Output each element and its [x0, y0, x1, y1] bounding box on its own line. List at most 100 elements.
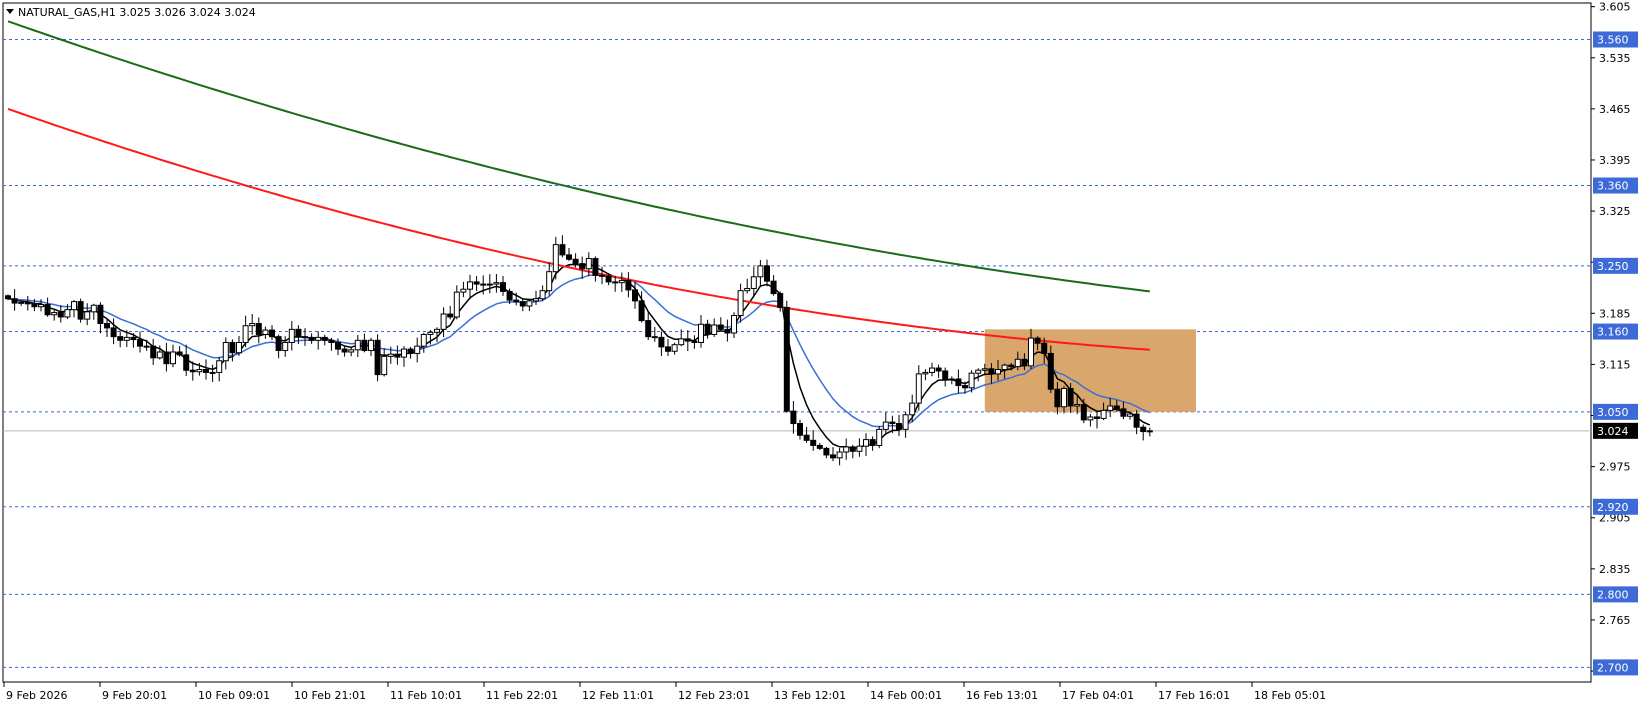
candle-body[interactable] — [1107, 405, 1114, 411]
candle-body[interactable] — [361, 339, 368, 352]
candle-body[interactable] — [882, 421, 889, 430]
candle-body[interactable] — [546, 271, 553, 292]
candle-body[interactable] — [255, 323, 262, 335]
candle-body[interactable] — [183, 354, 190, 371]
candle-body[interactable] — [123, 336, 130, 341]
candle-body[interactable] — [513, 299, 520, 303]
candle-body[interactable] — [401, 348, 407, 358]
candle-body[interactable] — [632, 289, 638, 302]
candle-body[interactable] — [539, 290, 546, 300]
level-badge[interactable]: 3.050 — [1593, 403, 1638, 420]
candle-body[interactable] — [117, 336, 124, 341]
candle-body[interactable] — [612, 281, 619, 284]
candle-body[interactable] — [104, 323, 110, 329]
level-badge[interactable]: 3.160 — [1593, 323, 1638, 340]
candle-body[interactable] — [638, 300, 645, 322]
candle-body[interactable] — [968, 372, 975, 389]
candle-body[interactable] — [1041, 342, 1048, 354]
candle-body[interactable] — [1054, 388, 1061, 408]
candle-body[interactable] — [440, 313, 447, 330]
candle-body[interactable] — [71, 301, 77, 311]
candle-body[interactable] — [1080, 404, 1087, 421]
candle-body[interactable] — [453, 291, 460, 318]
candle-body[interactable] — [975, 369, 982, 374]
candle-body[interactable] — [24, 301, 31, 305]
candle-body[interactable] — [282, 342, 289, 352]
candle-body[interactable] — [480, 283, 487, 286]
candle-body[interactable] — [31, 303, 38, 308]
candle-body[interactable] — [315, 336, 322, 341]
candle-body[interactable] — [170, 351, 176, 365]
candle-body[interactable] — [909, 402, 916, 416]
candle-body[interactable] — [731, 314, 737, 334]
candle-body[interactable] — [447, 313, 454, 318]
candle-body[interactable] — [44, 304, 51, 316]
candle-body[interactable] — [5, 295, 11, 300]
candle-body[interactable] — [486, 283, 493, 286]
candle-body[interactable] — [1074, 404, 1081, 407]
current-price-badge[interactable]: 3.024 — [1593, 422, 1638, 439]
candle-body[interactable] — [922, 371, 929, 375]
candle-body[interactable] — [269, 329, 275, 338]
candle-body[interactable] — [836, 451, 843, 459]
candle-body[interactable] — [698, 323, 704, 344]
candle-body[interactable] — [671, 344, 678, 352]
candle-body[interactable] — [163, 351, 170, 365]
candle-body[interactable] — [704, 323, 711, 335]
candle-body[interactable] — [724, 328, 731, 334]
candle-body[interactable] — [559, 244, 566, 256]
candle-body[interactable] — [849, 446, 856, 452]
candle-body[interactable] — [750, 276, 757, 289]
candle-body[interactable] — [1120, 408, 1127, 417]
candle-body[interactable] — [592, 258, 599, 276]
candle-body[interactable] — [863, 439, 869, 447]
candle-body[interactable] — [229, 342, 236, 354]
candle-body[interactable] — [579, 263, 586, 270]
candle-body[interactable] — [711, 324, 718, 335]
candle-body[interactable] — [189, 369, 196, 373]
candle-body[interactable] — [618, 279, 625, 284]
candle-body[interactable] — [896, 423, 902, 430]
candle-body[interactable] — [816, 444, 823, 449]
candle-body[interactable] — [354, 339, 361, 351]
candle-body[interactable] — [810, 439, 817, 446]
candle-body[interactable] — [500, 282, 506, 292]
candle-body[interactable] — [77, 301, 84, 320]
candle-body[interactable] — [552, 244, 559, 273]
candle-body[interactable] — [651, 336, 658, 339]
candle-body[interactable] — [777, 293, 784, 308]
candle-body[interactable] — [130, 336, 137, 341]
supply-zone[interactable] — [984, 329, 1196, 412]
candle-body[interactable] — [783, 306, 790, 412]
level-badge[interactable]: 3.560 — [1593, 31, 1638, 48]
candle-body[interactable] — [988, 368, 995, 375]
candle-body[interactable] — [321, 336, 328, 341]
candle-body[interactable] — [242, 325, 249, 343]
chart-canvas[interactable]: 3.6053.5353.4653.3953.3253.2553.1853.115… — [0, 0, 1641, 706]
candle-body[interactable] — [585, 258, 592, 270]
candle-body[interactable] — [295, 328, 302, 338]
candle-body[interactable] — [665, 346, 671, 352]
candle-body[interactable] — [770, 280, 777, 295]
candle-body[interactable] — [605, 275, 612, 283]
candle-body[interactable] — [1094, 416, 1100, 419]
candle-body[interactable] — [1061, 387, 1067, 408]
candle-body[interactable] — [1047, 352, 1054, 390]
candle-body[interactable] — [915, 373, 922, 404]
candle-body[interactable] — [995, 369, 1001, 375]
candle-body[interactable] — [1127, 413, 1133, 417]
candle-body[interactable] — [572, 258, 579, 265]
candle-body[interactable] — [90, 304, 97, 313]
candle-body[interactable] — [381, 355, 388, 376]
candle-body[interactable] — [506, 290, 513, 301]
candle-body[interactable] — [209, 371, 216, 374]
level-badge[interactable]: 3.360 — [1593, 177, 1638, 194]
candle-body[interactable] — [533, 298, 539, 302]
candle-body[interactable] — [262, 329, 269, 335]
candle-body[interactable] — [368, 339, 374, 352]
candle-body[interactable] — [1034, 337, 1041, 344]
candle-body[interactable] — [948, 378, 955, 381]
candle-body[interactable] — [335, 342, 341, 350]
candle-body[interactable] — [57, 312, 64, 318]
candle-body[interactable] — [737, 290, 744, 316]
